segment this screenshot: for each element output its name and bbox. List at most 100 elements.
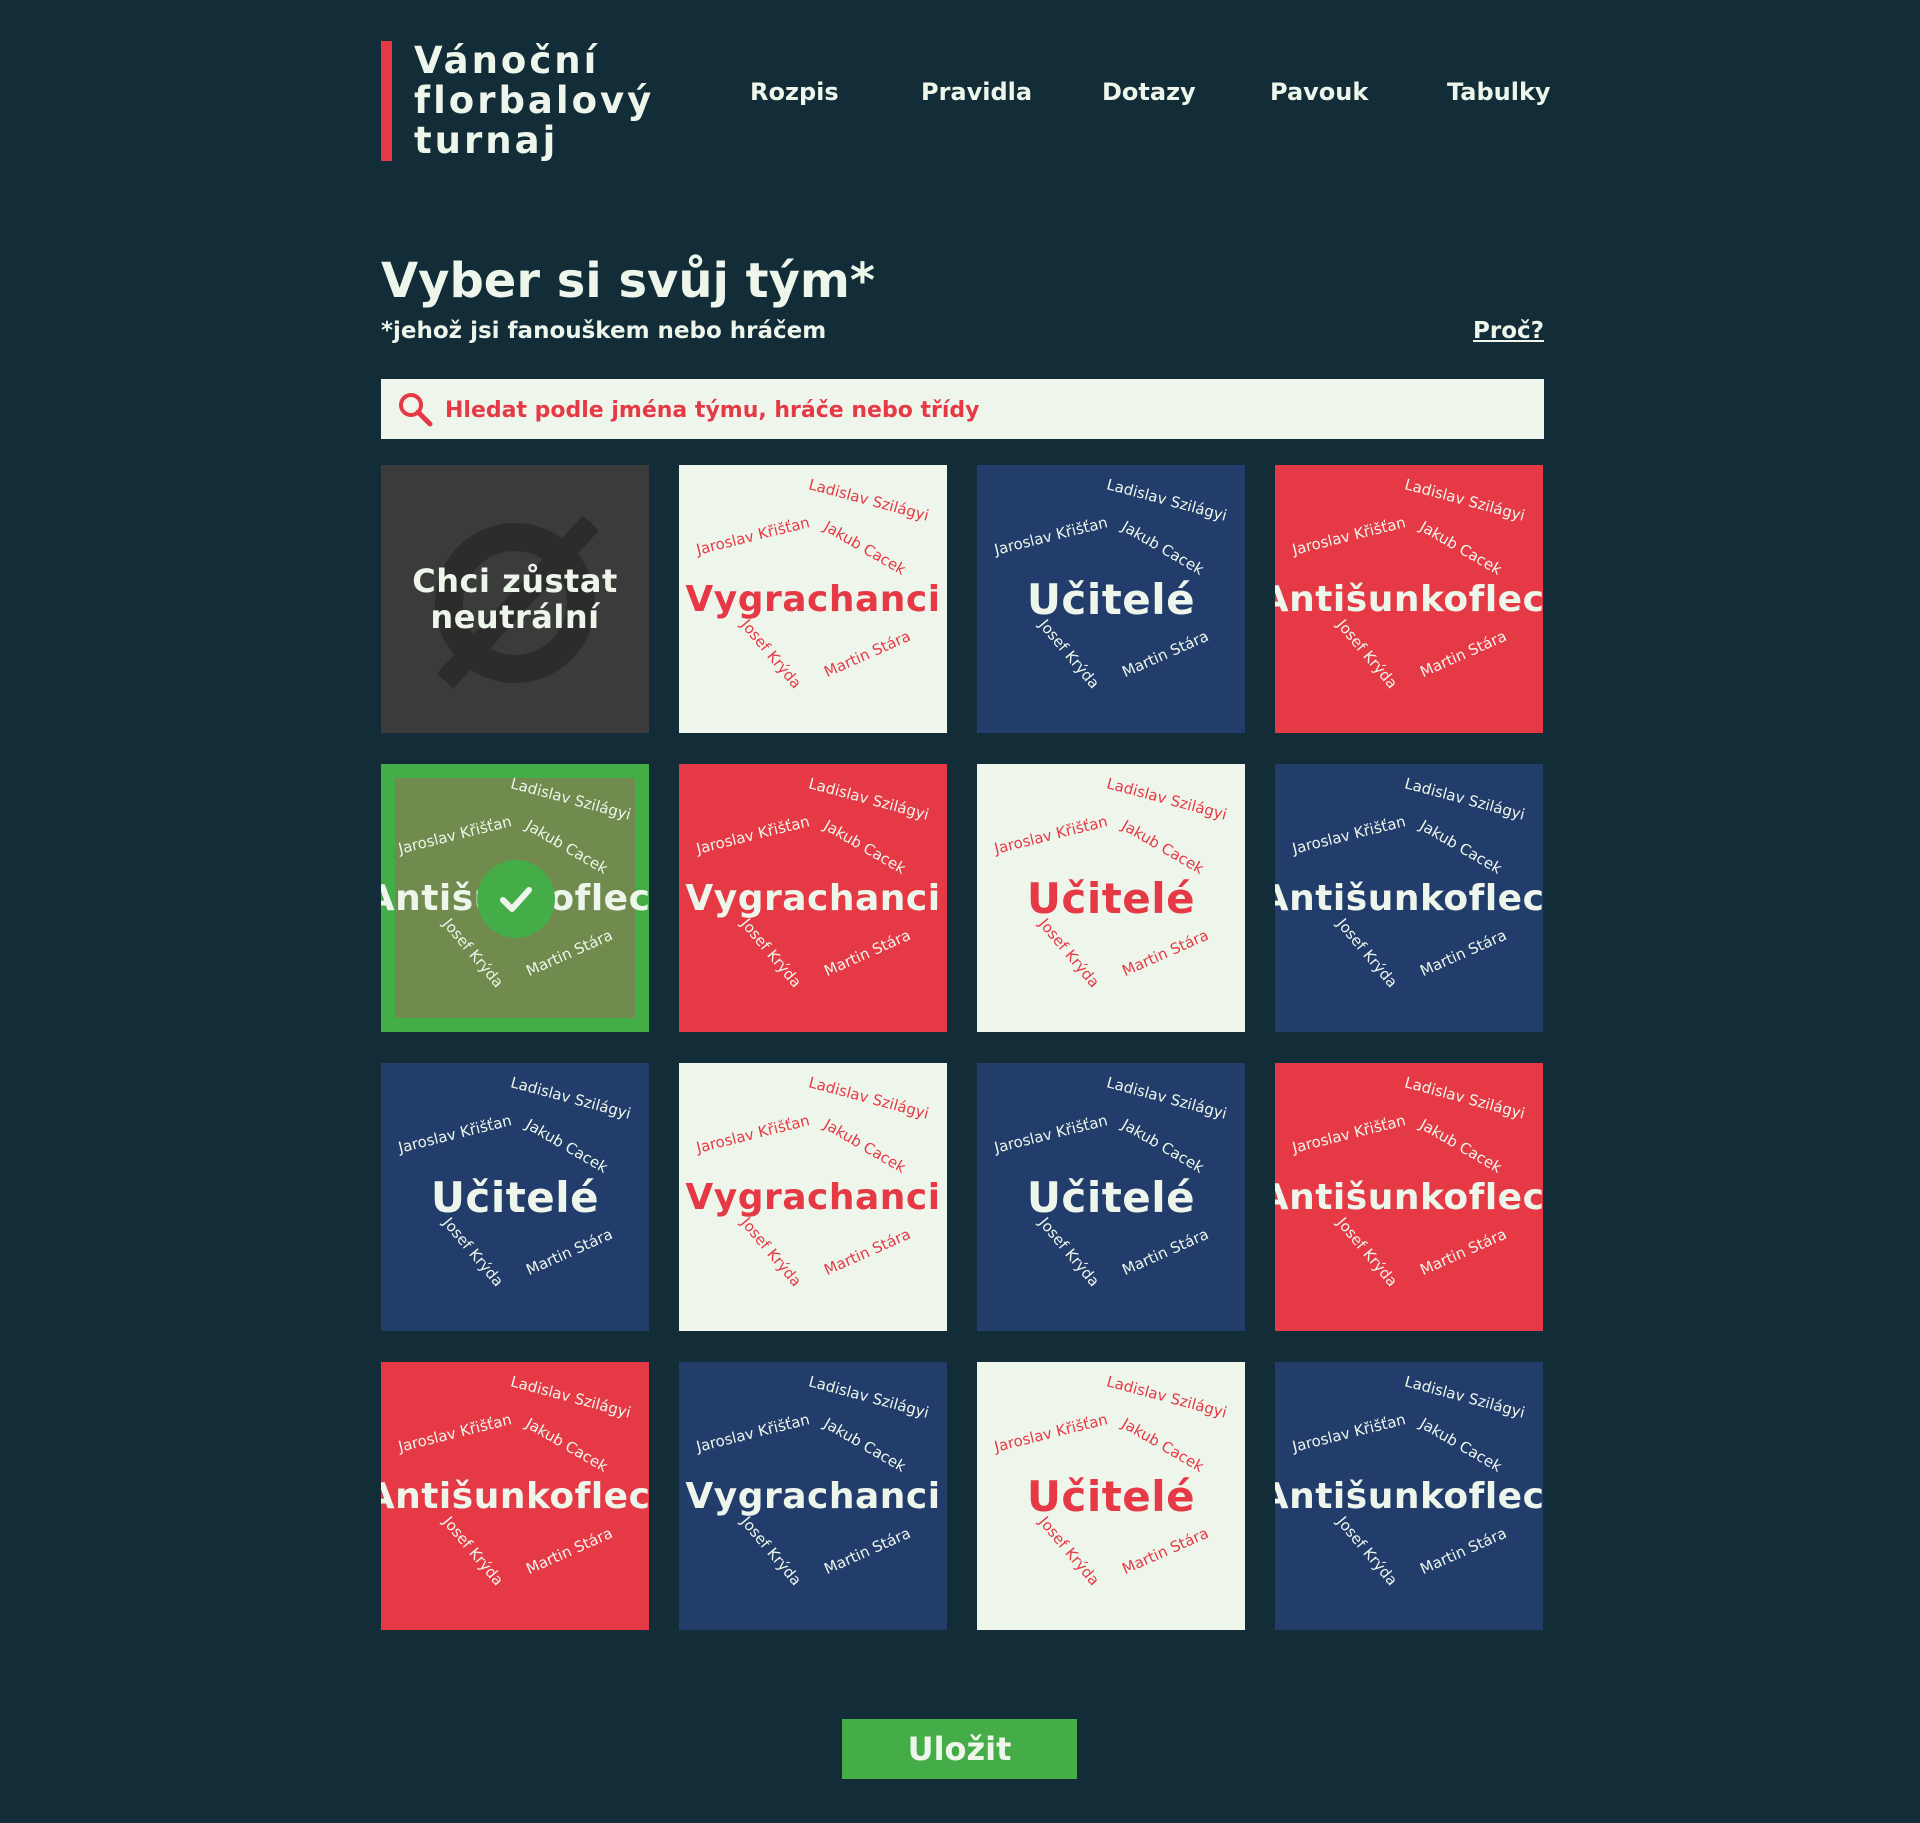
player-name: Josef Krýda [737,1213,806,1291]
search-bar [381,379,1544,441]
team-card-neutral[interactable]: Chci zůstat neutrální [381,465,649,733]
player-name: Jakub Cacek [1416,1414,1505,1476]
player-name: Josef Krýda [1035,615,1104,693]
save-button[interactable]: Uložit [842,1719,1077,1779]
player-name: Josef Krýda [1333,615,1402,693]
player-name: Martin Stára [1119,1523,1212,1579]
player-name: Ladislav Szilágyi [1104,1073,1229,1123]
player-name: Jakub Cacek [1118,1115,1207,1177]
team-card[interactable]: Ladislav Szilágyi Jaroslav Křišťan Jakub C… [679,1362,947,1630]
player-name: Jakub Cacek [820,517,909,579]
site-logo[interactable]: Vánoční florbalový turnaj [381,41,714,161]
team-card[interactable]: Ladislav Szilágyi Jaroslav Křišťan Jakub C… [977,1063,1245,1331]
search-input[interactable] [443,379,1527,441]
player-name: Jakub Cacek [820,1414,909,1476]
team-name: Učitelé [430,1172,600,1222]
player-name: Martin Stára [1417,1523,1510,1579]
player-name: Jaroslav Křišťan [1290,1410,1408,1456]
player-name: Jakub Cacek [1118,816,1207,878]
player-name: Jakub Cacek [1416,1115,1505,1177]
team-name: Antišunkofleci [1275,578,1543,620]
player-name: Josef Krýda [1333,1213,1402,1291]
player-name: Jakub Cacek [820,1115,909,1177]
player-name: Jaroslav Křišťan [396,1410,514,1456]
team-name: Vygrachanci [685,877,941,919]
player-name: Josef Krýda [1333,914,1402,992]
player-name: Jakub Cacek [1416,517,1505,579]
player-name: Ladislav Szilágyi [806,1372,931,1422]
player-name: Martin Stára [523,1523,616,1579]
player-name: Jaroslav Křišťan [694,513,812,559]
player-name: Ladislav Szilágyi [806,774,931,824]
nav-item-tabulky[interactable]: Tabulky [1447,78,1551,106]
why-link[interactable]: Proč? [1473,318,1544,344]
player-name: Martin Stára [821,1224,914,1280]
player-name: Jaroslav Křišťan [694,1410,812,1456]
team-card[interactable]: Ladislav Szilágyi Jaroslav Křišťan Jakub C… [381,1063,649,1331]
player-name: Jaroslav Křišťan [992,1111,1110,1157]
player-name: Martin Stára [1119,626,1212,682]
team-card[interactable]: Ladislav Szilágyi Jaroslav Křišťan Jakub C… [1275,1362,1543,1630]
player-name: Jaroslav Křišťan [1290,812,1408,858]
player-name: Jaroslav Křišťan [396,1111,514,1157]
player-name: Ladislav Szilágyi [508,1372,633,1422]
logo-line-3: turnaj [414,119,559,162]
team-name: Chci zůstat neutrální [412,562,618,636]
player-name: Martin Stára [1417,1224,1510,1280]
player-name: Jaroslav Křišťan [992,812,1110,858]
player-name: Ladislav Szilágyi [806,475,931,525]
logo-line-1: Vánoční [414,39,600,82]
player-name: Josef Krýda [439,1213,508,1291]
nav-item-dotazy[interactable]: Dotazy [1102,78,1196,106]
team-card[interactable]: Ladislav Szilágyi Jaroslav Křišťan Jakub C… [381,1362,649,1630]
player-name: Josef Krýda [737,615,806,693]
team-card[interactable]: Ladislav Szilágyi Jaroslav Křišťan Jakub C… [977,465,1245,733]
player-name: Ladislav Szilágyi [1104,774,1229,824]
player-name: Jaroslav Křišťan [694,812,812,858]
team-name: Antišunkofleci [1275,1176,1543,1218]
player-name: Josef Krýda [1035,1512,1104,1590]
player-name: Josef Krýda [1333,1512,1402,1590]
team-card[interactable]: Ladislav Szilágyi Jaroslav Křišťan Jakub C… [381,764,649,1032]
team-name: Antišunkofleci [381,1475,649,1517]
player-name: Josef Krýda [1035,1213,1104,1291]
nav-item-pravidla[interactable]: Pravidla [921,78,1032,106]
search-icon [399,393,433,427]
player-name: Josef Krýda [439,1512,508,1590]
player-name: Ladislav Szilágyi [1104,1372,1229,1422]
player-name: Martin Stára [1119,925,1212,981]
team-card[interactable]: Ladislav Szilágyi Jaroslav Křišťan Jakub C… [977,1362,1245,1630]
team-card[interactable]: Ladislav Szilágyi Jaroslav Křišťan Jakub C… [1275,764,1543,1032]
player-name: Ladislav Szilágyi [1402,1372,1527,1422]
player-name: Jakub Cacek [522,1115,611,1177]
player-name: Ladislav Szilágyi [1402,774,1527,824]
team-card[interactable]: Ladislav Szilágyi Jaroslav Křišťan Jakub C… [679,465,947,733]
player-name: Ladislav Szilágyi [1104,475,1229,525]
player-name: Ladislav Szilágyi [508,774,633,824]
team-name: Vygrachanci [685,1176,941,1218]
team-name: Učitelé [1026,1172,1196,1222]
player-name: Martin Stára [1417,925,1510,981]
team-card[interactable]: Ladislav Szilágyi Jaroslav Křišťan Jakub C… [679,1063,947,1331]
player-name: Jaroslav Křišťan [992,1410,1110,1456]
player-name: Jakub Cacek [1118,1414,1207,1476]
player-name: Jaroslav Křišťan [694,1111,812,1157]
player-name: Jaroslav Křišťan [1290,513,1408,559]
main-nav: Rozpis Pravidla Dotazy Pavouk Tabulky [700,78,1551,114]
player-name: Jakub Cacek [820,816,909,878]
team-card[interactable]: Ladislav Szilágyi Jaroslav Křišťan Jakub C… [679,764,947,1032]
player-name: Martin Stára [821,925,914,981]
player-name: Josef Krýda [1035,914,1104,992]
nav-item-rozpis[interactable]: Rozpis [750,78,839,106]
team-card[interactable]: Ladislav Szilágyi Jaroslav Křišťan Jakub C… [1275,465,1543,733]
team-name: Antišunkofleci [1275,1475,1543,1517]
player-name: Jakub Cacek [522,1414,611,1476]
team-card[interactable]: Ladislav Szilágyi Jaroslav Křišťan Jakub C… [1275,1063,1543,1331]
player-name: Jakub Cacek [1118,517,1207,579]
team-card[interactable]: Ladislav Szilágyi Jaroslav Křišťan Jakub C… [977,764,1245,1032]
nav-item-pavouk[interactable]: Pavouk [1270,78,1368,106]
player-name: Josef Krýda [737,914,806,992]
player-name: Jaroslav Křišťan [1290,1111,1408,1157]
player-name: Martin Stára [1417,626,1510,682]
player-name: Martin Stára [523,1224,616,1280]
